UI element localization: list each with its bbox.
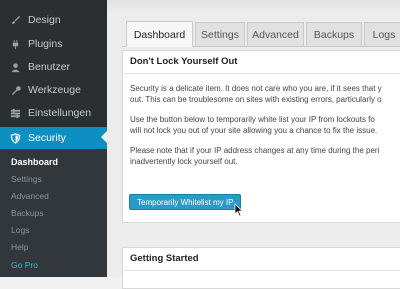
sidebar-item-design[interactable]: Design (0, 10, 107, 30)
plug-icon (9, 38, 21, 50)
sidebar-item-label: Security (28, 132, 66, 144)
panel-paragraph: Use the button below to temporarily whit… (130, 114, 400, 136)
sidebar-item-security[interactable]: Security (0, 127, 107, 149)
top-fade (107, 0, 400, 12)
submenu-item-dashboard[interactable]: Dashboard (11, 155, 58, 169)
sidebar-item-benutzer[interactable]: Benutzer (0, 57, 107, 77)
paragraph-line: will not lock you out of your site allow… (130, 126, 378, 135)
dont-lock-yourself-out-panel: Don't Lock Yourself Out Security is a de… (122, 50, 400, 223)
wrench-icon (9, 84, 21, 96)
sidebar-item-plugins[interactable]: Plugins (0, 34, 107, 54)
panel-paragraph: Please note that if your IP address chan… (130, 145, 400, 167)
tab-advanced[interactable]: Advanced (247, 22, 304, 46)
paragraph-line: inadvertently lock yourself out. (130, 157, 238, 166)
submenu-item-settings[interactable]: Settings (11, 172, 42, 186)
paragraph-line: Please note that if your IP address chan… (130, 146, 380, 155)
shield-icon (9, 132, 21, 144)
submenu-item-advanced[interactable]: Advanced (11, 189, 49, 203)
admin-sidebar: Design Plugins Benutzer Werkzeuge Einste… (0, 0, 107, 277)
sidebar-item-label: Benutzer (28, 61, 71, 73)
tab-logs[interactable]: Logs (364, 22, 400, 46)
panel-title: Don't Lock Yourself Out (123, 51, 400, 74)
paragraph-line: Security is a delicate item. It does not… (130, 84, 382, 93)
getting-started-panel: Getting Started (122, 247, 400, 289)
tab-settings[interactable]: Settings (195, 22, 245, 46)
sidebar-item-label: Einstellungen (28, 107, 92, 119)
sidebar-item-einstellungen[interactable]: Einstellungen (0, 103, 107, 123)
submenu-item-backups[interactable]: Backups (11, 206, 44, 220)
main-content: Dashboard Settings Advanced Backups Logs… (107, 0, 400, 289)
brush-icon (9, 14, 21, 26)
tab-dashboard[interactable]: Dashboard (126, 21, 193, 47)
paragraph-line: out. This can be troublesome on sites wi… (130, 95, 382, 104)
temporarily-whitelist-button[interactable]: Temporarily Whitelist my IP (129, 194, 242, 210)
sidebar-item-label: Design (28, 14, 61, 26)
settings-icon (9, 107, 21, 119)
paragraph-line: Use the button below to temporarily whit… (130, 115, 375, 124)
tab-backups[interactable]: Backups (306, 22, 362, 46)
panel-paragraph: Security is a delicate item. It does not… (130, 83, 400, 105)
sidebar-item-label: Werkzeuge (28, 84, 81, 96)
sidebar-item-werkzeuge[interactable]: Werkzeuge (0, 80, 107, 100)
submenu-item-go-pro[interactable]: Go Pro (11, 258, 38, 272)
submenu-item-help[interactable]: Help (11, 240, 28, 254)
submenu-item-logs[interactable]: Logs (11, 223, 29, 237)
mouse-pointer-icon (234, 203, 244, 217)
sidebar-item-label: Plugins (28, 38, 63, 50)
panel-title: Getting Started (123, 248, 400, 271)
user-icon (9, 61, 21, 73)
